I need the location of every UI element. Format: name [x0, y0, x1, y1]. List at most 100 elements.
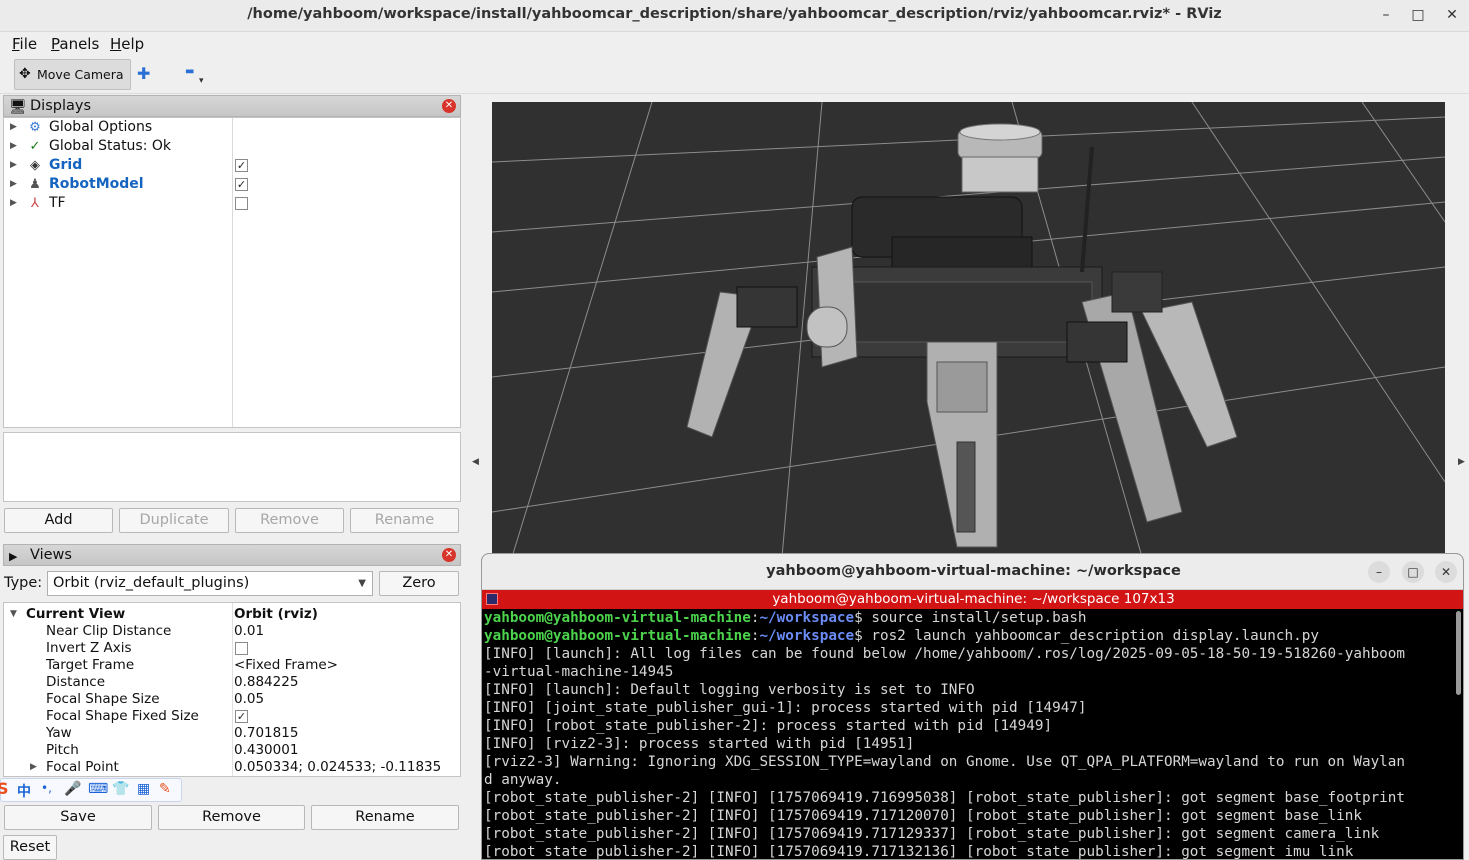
terminal-tab-bar[interactable]: yahboom@yahboom-virtual-machine: ~/works… — [482, 590, 1463, 609]
remove-view-button[interactable]: Remove — [158, 805, 305, 830]
expand-arrow-icon[interactable]: ▶ — [10, 137, 17, 156]
remove-tool-icon[interactable]: ▬ — [185, 66, 194, 77]
terminal-maximize-button[interactable]: □ — [1402, 561, 1424, 583]
maximize-button[interactable]: □ — [1408, 5, 1428, 25]
add-tool-icon[interactable]: ✚ — [137, 64, 150, 83]
property-name: Focal Shape Fixed Size — [46, 708, 199, 724]
chevron-down-icon: ▼ — [358, 578, 366, 589]
property-row-invert-z[interactable]: Invert Z Axis — [4, 640, 460, 657]
move-camera-button[interactable]: ✥ Move Camera — [14, 59, 131, 90]
ime-apps-icon[interactable]: ▦ — [137, 781, 150, 797]
expand-arrow-icon[interactable]: ▶ — [10, 194, 17, 213]
property-row-target-frame[interactable]: Target Frame <Fixed Frame> — [4, 657, 460, 674]
terminal-minimize-button[interactable]: – — [1368, 561, 1390, 583]
property-row-yaw[interactable]: Yaw 0.701815 — [4, 725, 460, 742]
terminal-window[interactable]: yahboom@yahboom-virtual-machine: ~/works… — [481, 553, 1464, 860]
reset-button[interactable]: Reset — [3, 835, 57, 860]
property-row-pitch[interactable]: Pitch 0.430001 — [4, 742, 460, 759]
ime-toolbox-icon[interactable]: ✎ — [159, 781, 171, 797]
display-item-tf[interactable]: ▶ ⅄ TF — [4, 194, 460, 213]
collapse-arrow-icon[interactable]: ▼ — [10, 606, 17, 623]
property-value[interactable]: 0.05 — [234, 691, 264, 708]
expand-arrow-icon[interactable]: ▶ — [10, 156, 17, 175]
menu-panels[interactable]: Panels — [51, 35, 99, 53]
property-value[interactable]: <Fixed Frame> — [234, 657, 338, 674]
property-row-distance[interactable]: Distance 0.884225 — [4, 674, 460, 691]
terminal-close-button[interactable]: ✕ — [1435, 561, 1457, 583]
left-dock-collapse-icon[interactable]: ◀ — [472, 457, 479, 467]
remove-tool-caret-icon[interactable]: ▾ — [199, 76, 204, 86]
remove-display-button[interactable]: Remove — [235, 508, 344, 533]
property-value[interactable]: 0.050334; 0.024533; -0.11835 — [234, 759, 441, 776]
expand-arrow-icon[interactable]: ▶ — [30, 759, 37, 776]
ime-punctuation-icon[interactable]: •, — [41, 781, 52, 795]
tf-enabled-checkbox[interactable] — [235, 197, 248, 210]
displays-title: Displays — [30, 98, 92, 114]
ime-toolbar[interactable]: S 中 •, 🎤 ⌨ 👕 ▦ ✎ — [0, 778, 182, 802]
menu-file[interactable]: File — [12, 35, 37, 53]
ime-chinese-mode-icon[interactable]: 中 — [17, 781, 31, 801]
property-row-focal-shape-size[interactable]: Focal Shape Size 0.05 — [4, 691, 460, 708]
display-item-label: RobotModel — [49, 176, 144, 192]
menu-help[interactable]: Help — [110, 35, 144, 53]
expand-arrow-icon[interactable]: ▶ — [10, 118, 17, 137]
property-value[interactable]: 0.701815 — [234, 725, 298, 742]
property-name: Focal Point — [46, 759, 119, 775]
property-name: Focal Shape Size — [46, 691, 160, 707]
terminal-titlebar: yahboom@yahboom-virtual-machine: ~/works… — [482, 554, 1463, 590]
property-value[interactable]: 0.884225 — [234, 674, 298, 691]
menu-help-mnemonic: H — [110, 35, 122, 53]
log-line: -virtual-machine-14945 — [484, 664, 674, 680]
property-value[interactable]: 0.01 — [234, 623, 264, 640]
duplicate-display-button[interactable]: Duplicate — [119, 508, 229, 533]
grid-icon: ◈ — [30, 158, 40, 173]
zero-button[interactable]: Zero — [379, 571, 459, 596]
property-name: Yaw — [46, 725, 72, 741]
display-item-label: Global Options — [49, 119, 153, 135]
rename-display-button[interactable]: Rename — [350, 508, 459, 533]
minimize-button[interactable]: – — [1376, 5, 1396, 25]
property-value[interactable]: 0.430001 — [234, 742, 298, 759]
property-row-focal-shape-fixed[interactable]: Focal Shape Fixed Size ✓ — [4, 708, 460, 725]
terminal-tab-icon — [486, 593, 498, 605]
move-camera-icon: ✥ — [19, 66, 31, 82]
terminal-output[interactable]: yahboom@yahboom-virtual-machine:~/worksp… — [482, 609, 1452, 859]
display-item-global-options[interactable]: ▶ ⚙ Global Options — [4, 118, 460, 137]
ime-keyboard-icon[interactable]: ⌨ — [88, 781, 108, 797]
ime-microphone-icon[interactable]: 🎤 — [64, 781, 81, 797]
prompt-path: ~/workspace — [759, 610, 855, 626]
prompt-user: yahboom@yahboom-virtual-machine — [484, 628, 751, 644]
ime-skin-icon[interactable]: 👕 — [112, 781, 129, 797]
display-item-grid[interactable]: ▶ ◈ Grid ✓ — [4, 156, 460, 175]
log-line: [robot_state_publisher-2] [INFO] [175706… — [484, 826, 1380, 842]
terminal-scrollbar[interactable] — [1452, 609, 1463, 859]
property-row-near-clip[interactable]: Near Clip Distance 0.01 — [4, 623, 460, 640]
display-item-robotmodel[interactable]: ▶ ♟ RobotModel ✓ — [4, 175, 460, 194]
add-display-button[interactable]: Add — [4, 508, 113, 533]
invert-z-checkbox[interactable] — [235, 642, 248, 655]
terminal-title: yahboom@yahboom-virtual-machine: ~/works… — [766, 563, 1181, 579]
expand-arrow-icon[interactable]: ▶ — [10, 175, 17, 194]
right-dock-collapse-icon[interactable]: ▶ — [1458, 457, 1465, 467]
views-properties-tree: ▼ Current View Orbit (rviz) Near Clip Di… — [3, 602, 461, 777]
displays-close-icon[interactable]: ✕ — [442, 99, 456, 113]
view-type-select[interactable]: Orbit (rviz_default_plugins) ▼ — [47, 571, 373, 596]
rename-view-button[interactable]: Rename — [311, 805, 459, 830]
displays-tree: ▶ ⚙ Global Options ▶ ✓ Global Status: Ok… — [3, 117, 461, 428]
prompt-user: yahboom@yahboom-virtual-machine — [484, 610, 751, 626]
current-view-row[interactable]: ▼ Current View Orbit (rviz) — [4, 606, 460, 623]
displays-icon: 🖥 — [9, 99, 27, 115]
scrollbar-thumb[interactable] — [1456, 611, 1461, 695]
property-row-focal-point[interactable]: ▶ Focal Point 0.050334; 0.024533; -0.118… — [4, 759, 460, 776]
render-viewport[interactable] — [491, 101, 1446, 558]
robotmodel-enabled-checkbox[interactable]: ✓ — [235, 178, 248, 191]
property-name: Current View — [26, 606, 126, 622]
grid-enabled-checkbox[interactable]: ✓ — [235, 159, 248, 172]
focal-shape-fixed-checkbox[interactable]: ✓ — [235, 710, 248, 723]
displays-panel-header: 🖥 Displays ✕ — [3, 95, 461, 117]
display-item-global-status[interactable]: ▶ ✓ Global Status: Ok — [4, 137, 460, 156]
log-line: [robot_state_publisher-2] [INFO] [175706… — [484, 790, 1405, 806]
save-view-button[interactable]: Save — [4, 805, 152, 830]
views-close-icon[interactable]: ✕ — [442, 548, 456, 562]
close-button[interactable]: ✕ — [1442, 5, 1462, 25]
